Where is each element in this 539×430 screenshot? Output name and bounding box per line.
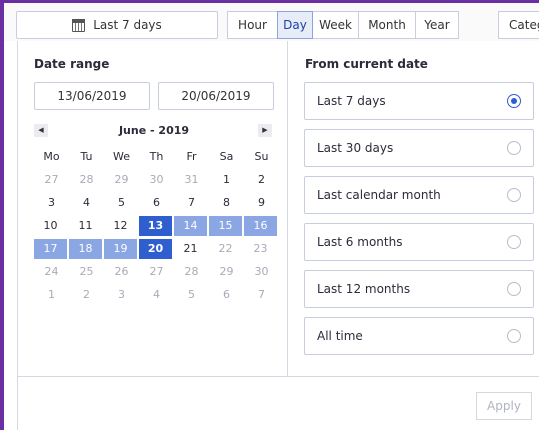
window-frame-left [0,0,4,430]
calendar-day[interactable]: 4 [139,285,174,305]
calendar-day-in-range[interactable]: 17 [34,239,67,259]
apply-button[interactable]: Apply [476,392,532,420]
calendar-day[interactable]: 10 [34,216,67,236]
radio-icon[interactable] [507,141,521,155]
calendar-week-row: 17 18 19 20 21 22 23 [34,239,279,259]
date-range-button[interactable]: Last 7 days [16,11,218,39]
date-range-button-label: Last 7 days [93,18,162,32]
calendar-day[interactable]: 24 [34,262,69,282]
next-month-button[interactable]: ▶ [258,124,272,137]
weekday-label: Tu [80,150,93,163]
calendar-day[interactable]: 27 [34,170,69,190]
preset-option-last-7-days[interactable]: Last 7 days [304,82,534,120]
calendar-day[interactable]: 31 [174,170,209,190]
calendar-day[interactable]: 2 [244,170,279,190]
calendar-week-row: 10 11 12 13 14 15 16 [34,216,279,236]
preset-option-last-calendar-month[interactable]: Last calendar month [304,176,534,214]
calendar-day-range-end[interactable]: 20 [139,239,172,259]
radio-icon[interactable] [507,329,521,343]
calendar-week-row: 27 28 29 30 31 1 2 [34,170,279,190]
calendar-day[interactable]: 9 [244,193,279,213]
calendar-day[interactable]: 22 [209,239,242,259]
month-label: June - 2019 [118,124,190,137]
end-date-input[interactable] [158,82,274,110]
calendar-day[interactable]: 30 [244,262,279,282]
date-range-section: Date range ◀ June - 2019 ▶ Mo Tu We Th F… [18,41,288,376]
preset-title: From current date [305,57,428,71]
calendar-day-in-range[interactable]: 16 [244,216,277,236]
calendar-grid: Mo Tu We Th Fr Sa Su 27 28 29 30 31 1 2 … [34,147,279,308]
calendar-day[interactable]: 1 [209,170,244,190]
calendar-day-in-range[interactable]: 19 [104,239,137,259]
category-button[interactable]: Categ [498,11,539,39]
preset-option-all-time[interactable]: All time [304,317,534,355]
weekday-header-row: Mo Tu We Th Fr Sa Su [34,147,279,167]
preset-option-label: Last 6 months [317,235,403,249]
calendar-week-row: 3 4 5 6 7 8 9 [34,193,279,213]
calendar-day[interactable]: 26 [104,262,139,282]
calendar-day[interactable]: 30 [139,170,174,190]
calendar-day[interactable]: 28 [69,170,104,190]
calendar-day[interactable]: 7 [174,193,209,213]
date-picker-panel: Date range ◀ June - 2019 ▶ Mo Tu We Th F… [17,41,539,430]
weekday-label: We [113,150,130,163]
granularity-month-button[interactable]: Month [358,11,416,39]
granularity-group: Hour Day Week Month Year [227,11,459,39]
calendar-week-row: 24 25 26 27 28 29 30 [34,262,279,282]
calendar-day[interactable]: 21 [174,239,207,259]
weekday-label: Th [149,150,164,163]
granularity-day-button[interactable]: Day [277,11,313,39]
calendar-day[interactable]: 5 [104,193,139,213]
calendar-day-in-range[interactable]: 14 [174,216,207,236]
weekday-label: Sa [219,150,234,163]
calendar-day[interactable]: 6 [139,193,174,213]
date-range-title: Date range [34,57,110,71]
granularity-year-button[interactable]: Year [415,11,459,39]
calendar-day[interactable]: 4 [69,193,104,213]
calendar-day[interactable]: 29 [209,262,244,282]
calendar-day-in-range[interactable]: 18 [69,239,102,259]
calendar-day[interactable]: 23 [244,239,277,259]
calendar-week-row: 1 2 3 4 5 6 7 [34,285,279,305]
calendar-icon [72,18,86,32]
calendar-day[interactable]: 7 [244,285,279,305]
preset-option-last-12-months[interactable]: Last 12 months [304,270,534,308]
preset-option-label: Last calendar month [317,188,441,202]
preset-option-last-30-days[interactable]: Last 30 days [304,129,534,167]
toolbar: Last 7 days Hour Day Week Month Year Cat… [4,3,539,41]
weekday-label: Mo [43,150,60,163]
calendar-day-range-start[interactable]: 13 [139,216,172,236]
radio-icon[interactable] [507,235,521,249]
radio-icon[interactable] [507,282,521,296]
calendar-day[interactable]: 3 [104,285,139,305]
calendar-day[interactable]: 29 [104,170,139,190]
preset-option-label: Last 7 days [317,94,386,108]
calendar-day[interactable]: 28 [174,262,209,282]
preset-option-last-6-months[interactable]: Last 6 months [304,223,534,261]
preset-section: From current date Last 7 days Last 30 da… [289,41,539,376]
calendar-day[interactable]: 6 [209,285,244,305]
granularity-hour-button[interactable]: Hour [227,11,278,39]
radio-selected-icon[interactable] [507,94,521,108]
preset-option-label: All time [317,329,363,343]
calendar-day[interactable]: 12 [104,216,137,236]
calendar-day[interactable]: 2 [69,285,104,305]
calendar-day[interactable]: 3 [34,193,69,213]
calendar-day[interactable]: 5 [174,285,209,305]
calendar-day-in-range[interactable]: 15 [209,216,242,236]
radio-icon[interactable] [507,188,521,202]
start-date-input[interactable] [34,82,150,110]
preset-option-label: Last 12 months [317,282,411,296]
calendar-day[interactable]: 1 [34,285,69,305]
panel-footer: Apply [18,376,539,430]
calendar-day[interactable]: 11 [69,216,102,236]
weekday-label: Su [254,150,269,163]
preset-option-label: Last 30 days [317,141,394,155]
weekday-label: Fr [186,150,197,163]
calendar-day[interactable]: 27 [139,262,174,282]
calendar-day[interactable]: 25 [69,262,104,282]
calendar-day[interactable]: 8 [209,193,244,213]
granularity-week-button[interactable]: Week [312,11,359,39]
